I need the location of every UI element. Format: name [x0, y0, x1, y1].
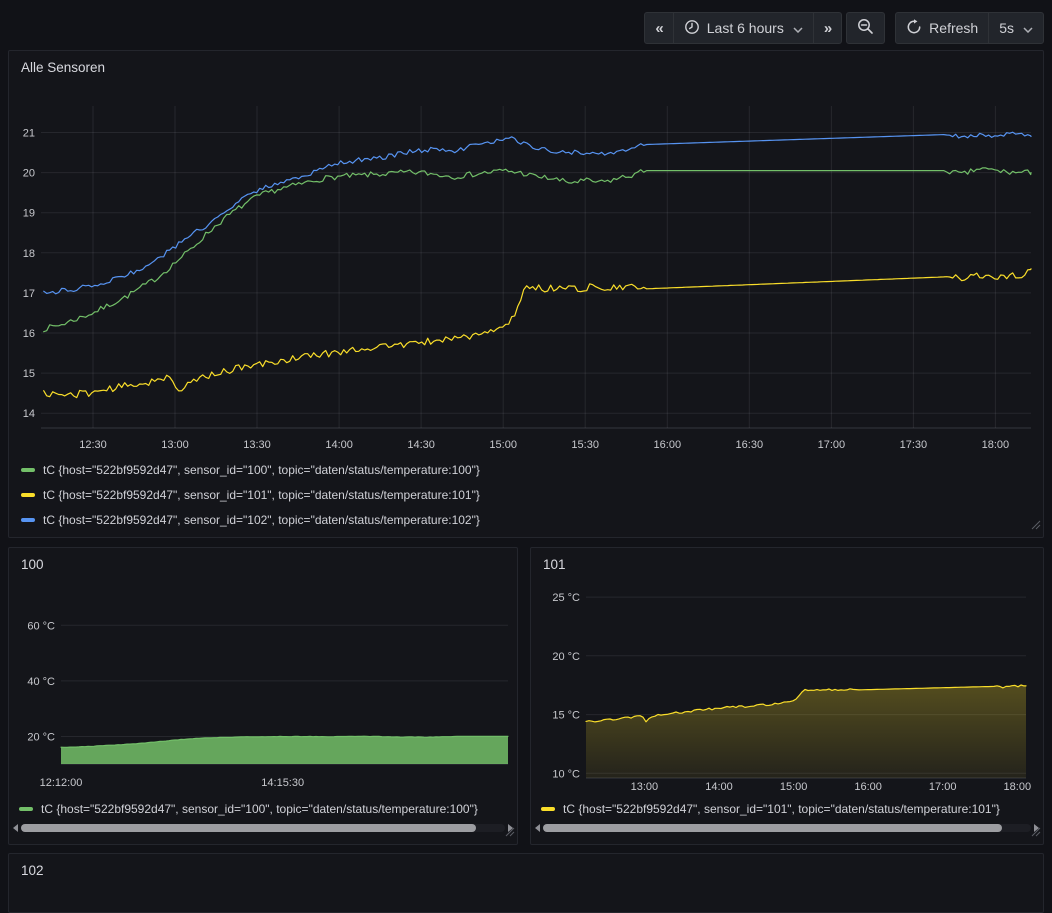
- refresh-interval-value: 5s: [999, 20, 1014, 36]
- dashboard-toolbar: « Last 6 hours » Refresh: [644, 12, 1044, 44]
- legend-100[interactable]: tC {host="522bf9592d47", sensor_id="100"…: [19, 800, 514, 818]
- time-series-chart-100[interactable]: 20 °C 40 °C 60 °C 12:12:00 14:15:30: [9, 588, 517, 795]
- scrollbar-track[interactable]: [543, 824, 1031, 832]
- panel-title-101[interactable]: 101: [543, 557, 566, 572]
- chevrons-right-icon: »: [824, 20, 831, 37]
- svg-text:19: 19: [23, 208, 35, 220]
- panel-sensor-100: 100 20 °C 40 °C 60 °C 12:12:00 14:15:30 tC {…: [8, 547, 518, 845]
- svg-text:18: 18: [23, 248, 35, 260]
- svg-text:15 °C: 15 °C: [552, 710, 580, 722]
- legend-item[interactable]: tC {host="522bf9592d47", sensor_id="101"…: [21, 482, 480, 507]
- legend-main: tC {host="522bf9592d47", sensor_id="100"…: [21, 457, 480, 532]
- zoom-out-button[interactable]: [847, 13, 884, 43]
- refresh-button[interactable]: Refresh: [896, 13, 988, 43]
- legend-101[interactable]: tC {host="522bf9592d47", sensor_id="101"…: [541, 800, 1040, 818]
- svg-text:14:15:30: 14:15:30: [261, 777, 304, 789]
- panel-sensor-101: 101 10 °C15 °C20 °C25 °C13:0014:0015:001…: [530, 547, 1044, 845]
- panel-resize-handle[interactable]: [1029, 824, 1041, 842]
- svg-text:15:00: 15:00: [489, 439, 517, 451]
- scrollbar-thumb[interactable]: [21, 824, 476, 832]
- scroll-left-icon[interactable]: [13, 824, 18, 832]
- chevron-down-icon: [793, 20, 803, 36]
- legend-item[interactable]: tC {host="522bf9592d47", sensor_id="102"…: [21, 507, 480, 532]
- svg-text:16:30: 16:30: [736, 439, 764, 451]
- refresh-group: Refresh 5s: [895, 12, 1044, 44]
- panel-title-100[interactable]: 100: [21, 557, 44, 572]
- magnifier-minus-icon: [857, 18, 874, 38]
- panel-alle-sensoren: Alle Sensoren 14 15 16 17 18 19 20 21 12:30 13:00…: [8, 50, 1044, 538]
- svg-text:14: 14: [23, 408, 35, 420]
- clock-icon: [684, 19, 700, 38]
- series-color-swatch: [541, 807, 555, 811]
- panel-resize-handle[interactable]: [503, 824, 515, 842]
- svg-text:20: 20: [23, 168, 35, 180]
- legend-label: tC {host="522bf9592d47", sensor_id="102"…: [43, 513, 480, 527]
- panel-title-102[interactable]: 102: [21, 863, 44, 878]
- time-range-picker-button[interactable]: Last 6 hours: [674, 13, 813, 43]
- scroll-left-icon[interactable]: [535, 824, 540, 832]
- svg-text:17: 17: [23, 288, 35, 300]
- svg-text:17:00: 17:00: [818, 439, 846, 451]
- time-series-chart-101[interactable]: 10 °C 15 °C 20 °C 25 °C 13:00 14:00 15:00 16:00…: [531, 583, 1043, 800]
- legend-label: tC {host="522bf9592d47", sensor_id="100"…: [43, 463, 480, 477]
- svg-text:21: 21: [23, 128, 35, 140]
- time-series-chart-main[interactable]: 14 15 16 17 18 19 20 21 12:30 13:00 13:30 14:00 14:3…: [9, 106, 1045, 459]
- series-color-swatch: [21, 518, 35, 522]
- svg-text:15:30: 15:30: [571, 439, 599, 451]
- chevron-down-icon: [1023, 20, 1033, 36]
- svg-text:20 °C: 20 °C: [552, 651, 580, 663]
- chevrons-left-icon: «: [655, 20, 662, 37]
- svg-text:16:00: 16:00: [854, 781, 882, 793]
- svg-text:14:00: 14:00: [325, 439, 353, 451]
- svg-text:15: 15: [23, 368, 35, 380]
- legend-label: tC {host="522bf9592d47", sensor_id="101"…: [563, 802, 1000, 816]
- svg-text:13:00: 13:00: [161, 439, 189, 451]
- svg-text:60 °C: 60 °C: [27, 620, 55, 632]
- svg-text:12:12:00: 12:12:00: [40, 777, 83, 789]
- panel-sensor-102: 102: [8, 853, 1044, 913]
- legend-label: tC {host="522bf9592d47", sensor_id="101"…: [43, 488, 480, 502]
- svg-text:18:00: 18:00: [982, 439, 1010, 451]
- series-color-swatch: [19, 807, 33, 811]
- svg-text:10 °C: 10 °C: [552, 768, 580, 780]
- svg-text:13:30: 13:30: [243, 439, 271, 451]
- svg-text:15:00: 15:00: [780, 781, 808, 793]
- series-color-swatch: [21, 468, 35, 472]
- time-range-label: Last 6 hours: [707, 20, 784, 36]
- svg-text:20 °C: 20 °C: [27, 732, 55, 744]
- svg-text:17:30: 17:30: [900, 439, 928, 451]
- svg-text:17:00: 17:00: [929, 781, 957, 793]
- horizontal-scrollbar[interactable]: [13, 822, 513, 834]
- time-shift-back-button[interactable]: «: [645, 13, 672, 43]
- panel-resize-handle[interactable]: [1029, 517, 1041, 535]
- scrollbar-track[interactable]: [21, 824, 505, 832]
- series-color-swatch: [21, 493, 35, 497]
- refresh-icon: [906, 19, 922, 38]
- scrollbar-thumb[interactable]: [543, 824, 1002, 832]
- svg-text:25 °C: 25 °C: [552, 592, 580, 604]
- svg-text:14:30: 14:30: [407, 439, 435, 451]
- svg-text:13:00: 13:00: [631, 781, 659, 793]
- legend-label: tC {host="522bf9592d47", sensor_id="100"…: [41, 802, 478, 816]
- svg-text:16:00: 16:00: [654, 439, 682, 451]
- svg-text:18:00: 18:00: [1004, 781, 1032, 793]
- svg-text:16: 16: [23, 328, 35, 340]
- legend-item[interactable]: tC {host="522bf9592d47", sensor_id="100"…: [21, 457, 480, 482]
- time-picker-group: « Last 6 hours »: [644, 12, 842, 44]
- svg-text:12:30: 12:30: [79, 439, 107, 451]
- zoom-out-group: [846, 12, 885, 44]
- svg-text:40 °C: 40 °C: [27, 676, 55, 688]
- refresh-interval-button[interactable]: 5s: [989, 13, 1043, 43]
- time-shift-forward-button[interactable]: »: [814, 13, 841, 43]
- svg-text:14:00: 14:00: [705, 781, 733, 793]
- panel-title-alle-sensoren[interactable]: Alle Sensoren: [21, 60, 105, 75]
- refresh-label: Refresh: [929, 20, 978, 36]
- horizontal-scrollbar[interactable]: [535, 822, 1039, 834]
